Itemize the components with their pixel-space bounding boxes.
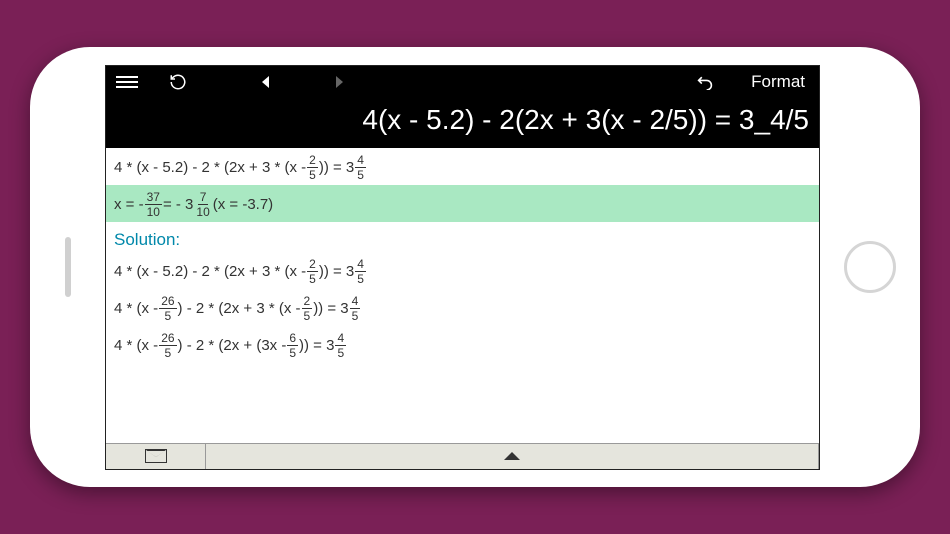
eq-text: (x = -3.7) (213, 196, 273, 213)
phone-frame: Format 4(x - 5.2) - 2(2x + 3(x - 2/5)) =… (30, 47, 920, 487)
next-button[interactable] (327, 66, 351, 98)
chevron-up-icon (504, 452, 520, 460)
solution-step-row: 4 * (x - 265) - 2 * (2x + 3 * (x - 25)) … (106, 289, 819, 326)
fraction: 3710 (145, 191, 162, 218)
fraction: 25 (302, 295, 313, 322)
prev-button[interactable] (254, 66, 278, 98)
fraction: 265 (159, 332, 176, 359)
undo-button[interactable] (693, 66, 717, 98)
refresh-icon (169, 73, 187, 91)
fraction: 45 (355, 154, 366, 181)
solution-panel: 4 * (x - 5.2) - 2 * (2x + 3 * (x - 25 ))… (106, 148, 819, 443)
fraction: 710 (194, 191, 211, 218)
fraction: 45 (355, 258, 366, 285)
parsed-equation-row: 4 * (x - 5.2) - 2 * (2x + 3 * (x - 25 ))… (106, 148, 819, 185)
chevron-left-icon (260, 75, 272, 89)
eq-text: x = - (114, 196, 144, 213)
eq-text: )) = 3 (299, 337, 334, 354)
toolbar: Format (106, 66, 819, 98)
header-area: Format 4(x - 5.2) - 2(2x + 3(x - 2/5)) =… (106, 66, 819, 148)
eq-text: 4 * (x - 5.2) - 2 * (2x + 3 * (x - (114, 263, 306, 280)
eq-text: 4 * (x - (114, 300, 158, 317)
phone-right-bezel (820, 47, 920, 487)
eq-text: 4 * (x - 5.2) - 2 * (2x + 3 * (x - (114, 159, 306, 176)
undo-icon (695, 74, 715, 90)
fraction: 265 (159, 295, 176, 322)
home-button[interactable] (844, 241, 896, 293)
eq-text: ) - 2 * (2x + 3 * (x - (178, 300, 301, 317)
eq-text: ) - 2 * (2x + (3x - (178, 337, 287, 354)
answer-row: x = - 3710 = - 3 710 (x = -3.7) (106, 185, 819, 222)
chevron-right-icon (333, 75, 345, 89)
eq-text: 4 * (x - (114, 337, 158, 354)
speaker-slot (65, 237, 71, 297)
fraction: 25 (307, 258, 318, 285)
app-screen: Format 4(x - 5.2) - 2(2x + 3(x - 2/5)) =… (105, 65, 820, 470)
envelope-icon (145, 449, 167, 463)
refresh-button[interactable] (166, 66, 190, 98)
format-button[interactable]: Format (751, 66, 805, 98)
menu-button[interactable] (114, 66, 140, 98)
bottom-toolbar (106, 443, 819, 469)
equation-input[interactable]: 4(x - 5.2) - 2(2x + 3(x - 2/5)) = 3_4/5 (106, 98, 819, 148)
solution-step-row: 4 * (x - 265) - 2 * (2x + (3x - 65)) = 3… (106, 326, 819, 363)
fraction: 25 (307, 154, 318, 181)
solution-step-row: 4 * (x - 5.2) - 2 * (2x + 3 * (x - 25)) … (106, 252, 819, 289)
solution-heading: Solution: (106, 222, 819, 252)
fraction: 65 (287, 332, 298, 359)
share-mail-button[interactable] (106, 444, 206, 469)
steps-container: 4 * (x - 5.2) - 2 * (2x + 3 * (x - 25)) … (106, 252, 819, 363)
eq-text: )) = 3 (319, 263, 354, 280)
eq-text: = - 3 (163, 196, 193, 213)
phone-left-bezel (30, 47, 105, 487)
hamburger-icon (114, 76, 140, 88)
eq-text: )) = 3 (319, 159, 354, 176)
eq-text: )) = 3 (313, 300, 348, 317)
expand-keyboard-button[interactable] (206, 444, 819, 469)
fraction: 45 (350, 295, 361, 322)
fraction: 45 (335, 332, 346, 359)
